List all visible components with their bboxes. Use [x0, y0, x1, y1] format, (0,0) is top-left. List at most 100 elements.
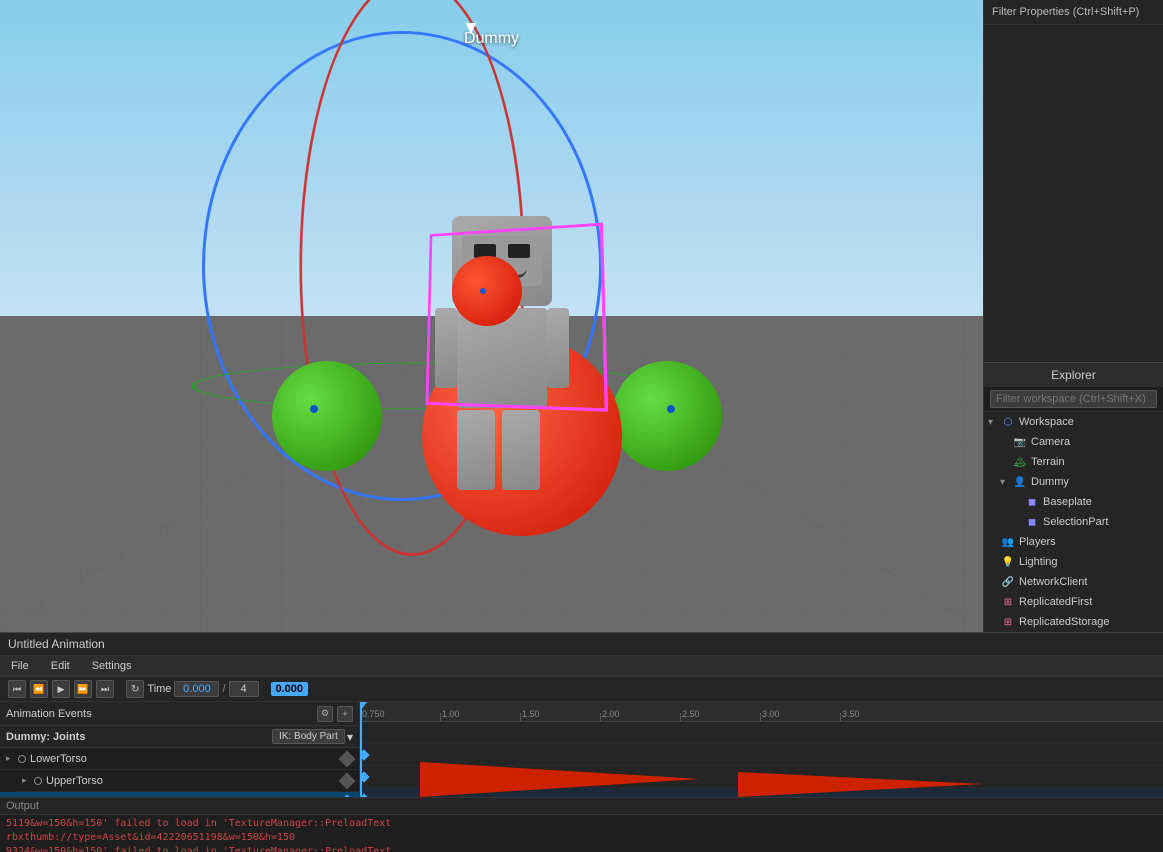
animation-menu-bar[interactable]: File Edit Settings [0, 656, 1163, 677]
output-text: 5119&w=150&h=150' failed to load in 'Tex… [0, 815, 1163, 852]
dummy-icon: 👤 [1012, 474, 1028, 490]
properties-body [984, 25, 1163, 362]
keyframe-track-head [360, 788, 1163, 797]
tree-item-replicatedfirst[interactable]: ⊞ ReplicatedFirst [984, 592, 1163, 612]
camera-icon: 📷 [1012, 434, 1028, 450]
time-display: ↻ Time / [126, 680, 259, 698]
players-label: Players [1019, 536, 1056, 548]
explorer-header: Explorer [984, 363, 1163, 387]
handle-sphere-right[interactable] [612, 361, 722, 471]
character-leg-left [457, 410, 495, 490]
ruler-mark-5: 3.00 [762, 709, 780, 719]
selectionpart-label: SelectionPart [1043, 516, 1108, 528]
ik-dropdown-arrow[interactable]: ▾ [347, 730, 353, 744]
tree-item-camera[interactable]: 📷 Camera [996, 432, 1163, 452]
loop-icon[interactable]: ↻ [126, 680, 144, 698]
events-add-icon[interactable]: + [337, 706, 353, 722]
joint-toggle-uppertorso[interactable]: ▸ [22, 775, 34, 786]
baseplate-label: Baseplate [1043, 496, 1092, 508]
camera-label: Camera [1031, 436, 1070, 448]
joint-label-lowertorso: LowerTorso [30, 753, 87, 765]
joint-circle-uppertorso [34, 777, 42, 785]
ruler-mark-0: 0.750 [362, 709, 385, 719]
time-end-input[interactable] [229, 681, 259, 697]
filter-bar[interactable] [984, 387, 1163, 412]
events-icons[interactable]: ⚙ + [317, 706, 353, 722]
lighting-icon: 💡 [1000, 554, 1016, 570]
filter-workspace-input[interactable] [990, 390, 1157, 408]
tree-item-baseplate[interactable]: ◼ Baseplate [1008, 492, 1163, 512]
bottom-animation-area: Untitled Animation File Edit Settings ⏮ … [0, 632, 1163, 852]
tree-item-lighting[interactable]: 💡 Lighting [984, 552, 1163, 572]
joint-toggle-lowertorso[interactable]: ▸ [6, 753, 18, 764]
menu-file[interactable]: File [8, 659, 32, 673]
tree-item-dummy[interactable]: ▾ 👤 Dummy [996, 472, 1163, 492]
replicatedstorage-icon: ⊞ [1000, 614, 1016, 630]
workspace-icon: ⬡ [1000, 414, 1016, 430]
ruler-mark-2: 1.50 [522, 709, 540, 719]
replicatedstorage-label: ReplicatedStorage [1019, 616, 1110, 628]
tree-item-players[interactable]: 👥 Players [984, 532, 1163, 552]
character-legs [457, 408, 547, 493]
ruler-line-6 [840, 713, 841, 721]
handle-sphere-head[interactable] [452, 256, 522, 326]
joint-key-uppertorso[interactable] [339, 772, 356, 789]
terrain-label: Terrain [1031, 456, 1065, 468]
tree-item-terrain[interactable]: 🏔 Terrain [996, 452, 1163, 472]
transport-bar[interactable]: ⏮ ⏪ ▶ ⏩ ⏭ ↻ Time / 0.000 [0, 677, 1163, 702]
ruler-line-2 [520, 713, 521, 721]
joint-row-uppertorso[interactable]: ▸ UpperTorso [16, 770, 359, 792]
transport-end[interactable]: ⏭ [96, 680, 114, 698]
tree-item-networkclient[interactable]: 🔗 NetworkClient [984, 572, 1163, 592]
networkclient-icon: 🔗 [1000, 574, 1016, 590]
ruler-mark-1: 1.00 [442, 709, 460, 719]
players-icon: 👥 [1000, 534, 1016, 550]
viewport-container[interactable]: Dummy [0, 0, 983, 632]
transport-play[interactable]: ▶ [52, 680, 70, 698]
output-panel: Output 5119&w=150&h=150' failed to load … [0, 797, 1163, 852]
handle-sphere-left[interactable] [272, 361, 382, 471]
tree-item-selectionpart[interactable]: ◼ SelectionPart [1008, 512, 1163, 532]
timeline-right-panel[interactable]: 0.750 1.00 1.50 2.00 2.50 3.00 3.50 [360, 702, 1163, 797]
transport-begin[interactable]: ⏮ [8, 680, 26, 698]
workspace-label: Workspace [1019, 416, 1074, 428]
events-settings-icon[interactable]: ⚙ [317, 706, 333, 722]
lighting-label: Lighting [1019, 556, 1058, 568]
events-label: Animation Events [6, 708, 317, 720]
time-separator: / [222, 683, 225, 695]
playhead[interactable] [360, 702, 362, 797]
tree-toggle-dummy[interactable]: ▾ [1000, 477, 1012, 488]
joint-row-lowertorso[interactable]: ▸ LowerTorso [0, 748, 359, 770]
terrain-icon: 🏔 [1012, 454, 1028, 470]
joint-circle-lowertorso [18, 755, 26, 763]
replicatedfirst-icon: ⊞ [1000, 594, 1016, 610]
tree-item-workspace[interactable]: ▾ ⬡ Workspace [984, 412, 1163, 432]
bounding-box [425, 223, 608, 412]
dummy-label-tree: Dummy [1031, 476, 1069, 488]
transport-prev-frame[interactable]: ⏪ [30, 680, 48, 698]
joints-header: Dummy: Joints IK: Body Part ▾ [0, 726, 359, 748]
ruler-line-5 [760, 713, 761, 721]
3d-viewport[interactable]: Dummy [0, 0, 983, 632]
animation-events-row: Animation Events ⚙ + [0, 702, 359, 726]
timeline-area: Animation Events ⚙ + Dummy: Joints IK: B… [0, 702, 1163, 797]
current-time-marker: 0.000 [271, 682, 309, 696]
ruler-line-3 [600, 713, 601, 721]
ruler-line-4 [680, 713, 681, 721]
keyframe-track-events [360, 722, 1163, 744]
tree-item-replicatedstorage[interactable]: ⊞ ReplicatedStorage [984, 612, 1163, 632]
output-line-2: rbxthumb://type=Asset&id=42220651198&w=1… [6, 831, 1157, 845]
ik-body-part-button[interactable]: IK: Body Part [272, 729, 345, 744]
transport-next-frame[interactable]: ⏩ [74, 680, 92, 698]
baseplate-icon: ◼ [1024, 494, 1040, 510]
joint-key-lowertorso[interactable] [339, 750, 356, 767]
time-value-input[interactable] [174, 681, 219, 697]
output-line-1: 5119&w=150&h=150' failed to load in 'Tex… [6, 817, 1157, 831]
time-label: Time [147, 683, 171, 695]
properties-header: Filter Properties (Ctrl+Shift+P) [984, 0, 1163, 25]
selectionpart-icon: ◼ [1024, 514, 1040, 530]
tree-toggle-workspace[interactable]: ▾ [988, 417, 1000, 428]
keyframe-track-uppertorso [360, 766, 1163, 788]
menu-edit[interactable]: Edit [48, 659, 73, 673]
menu-settings[interactable]: Settings [89, 659, 135, 673]
